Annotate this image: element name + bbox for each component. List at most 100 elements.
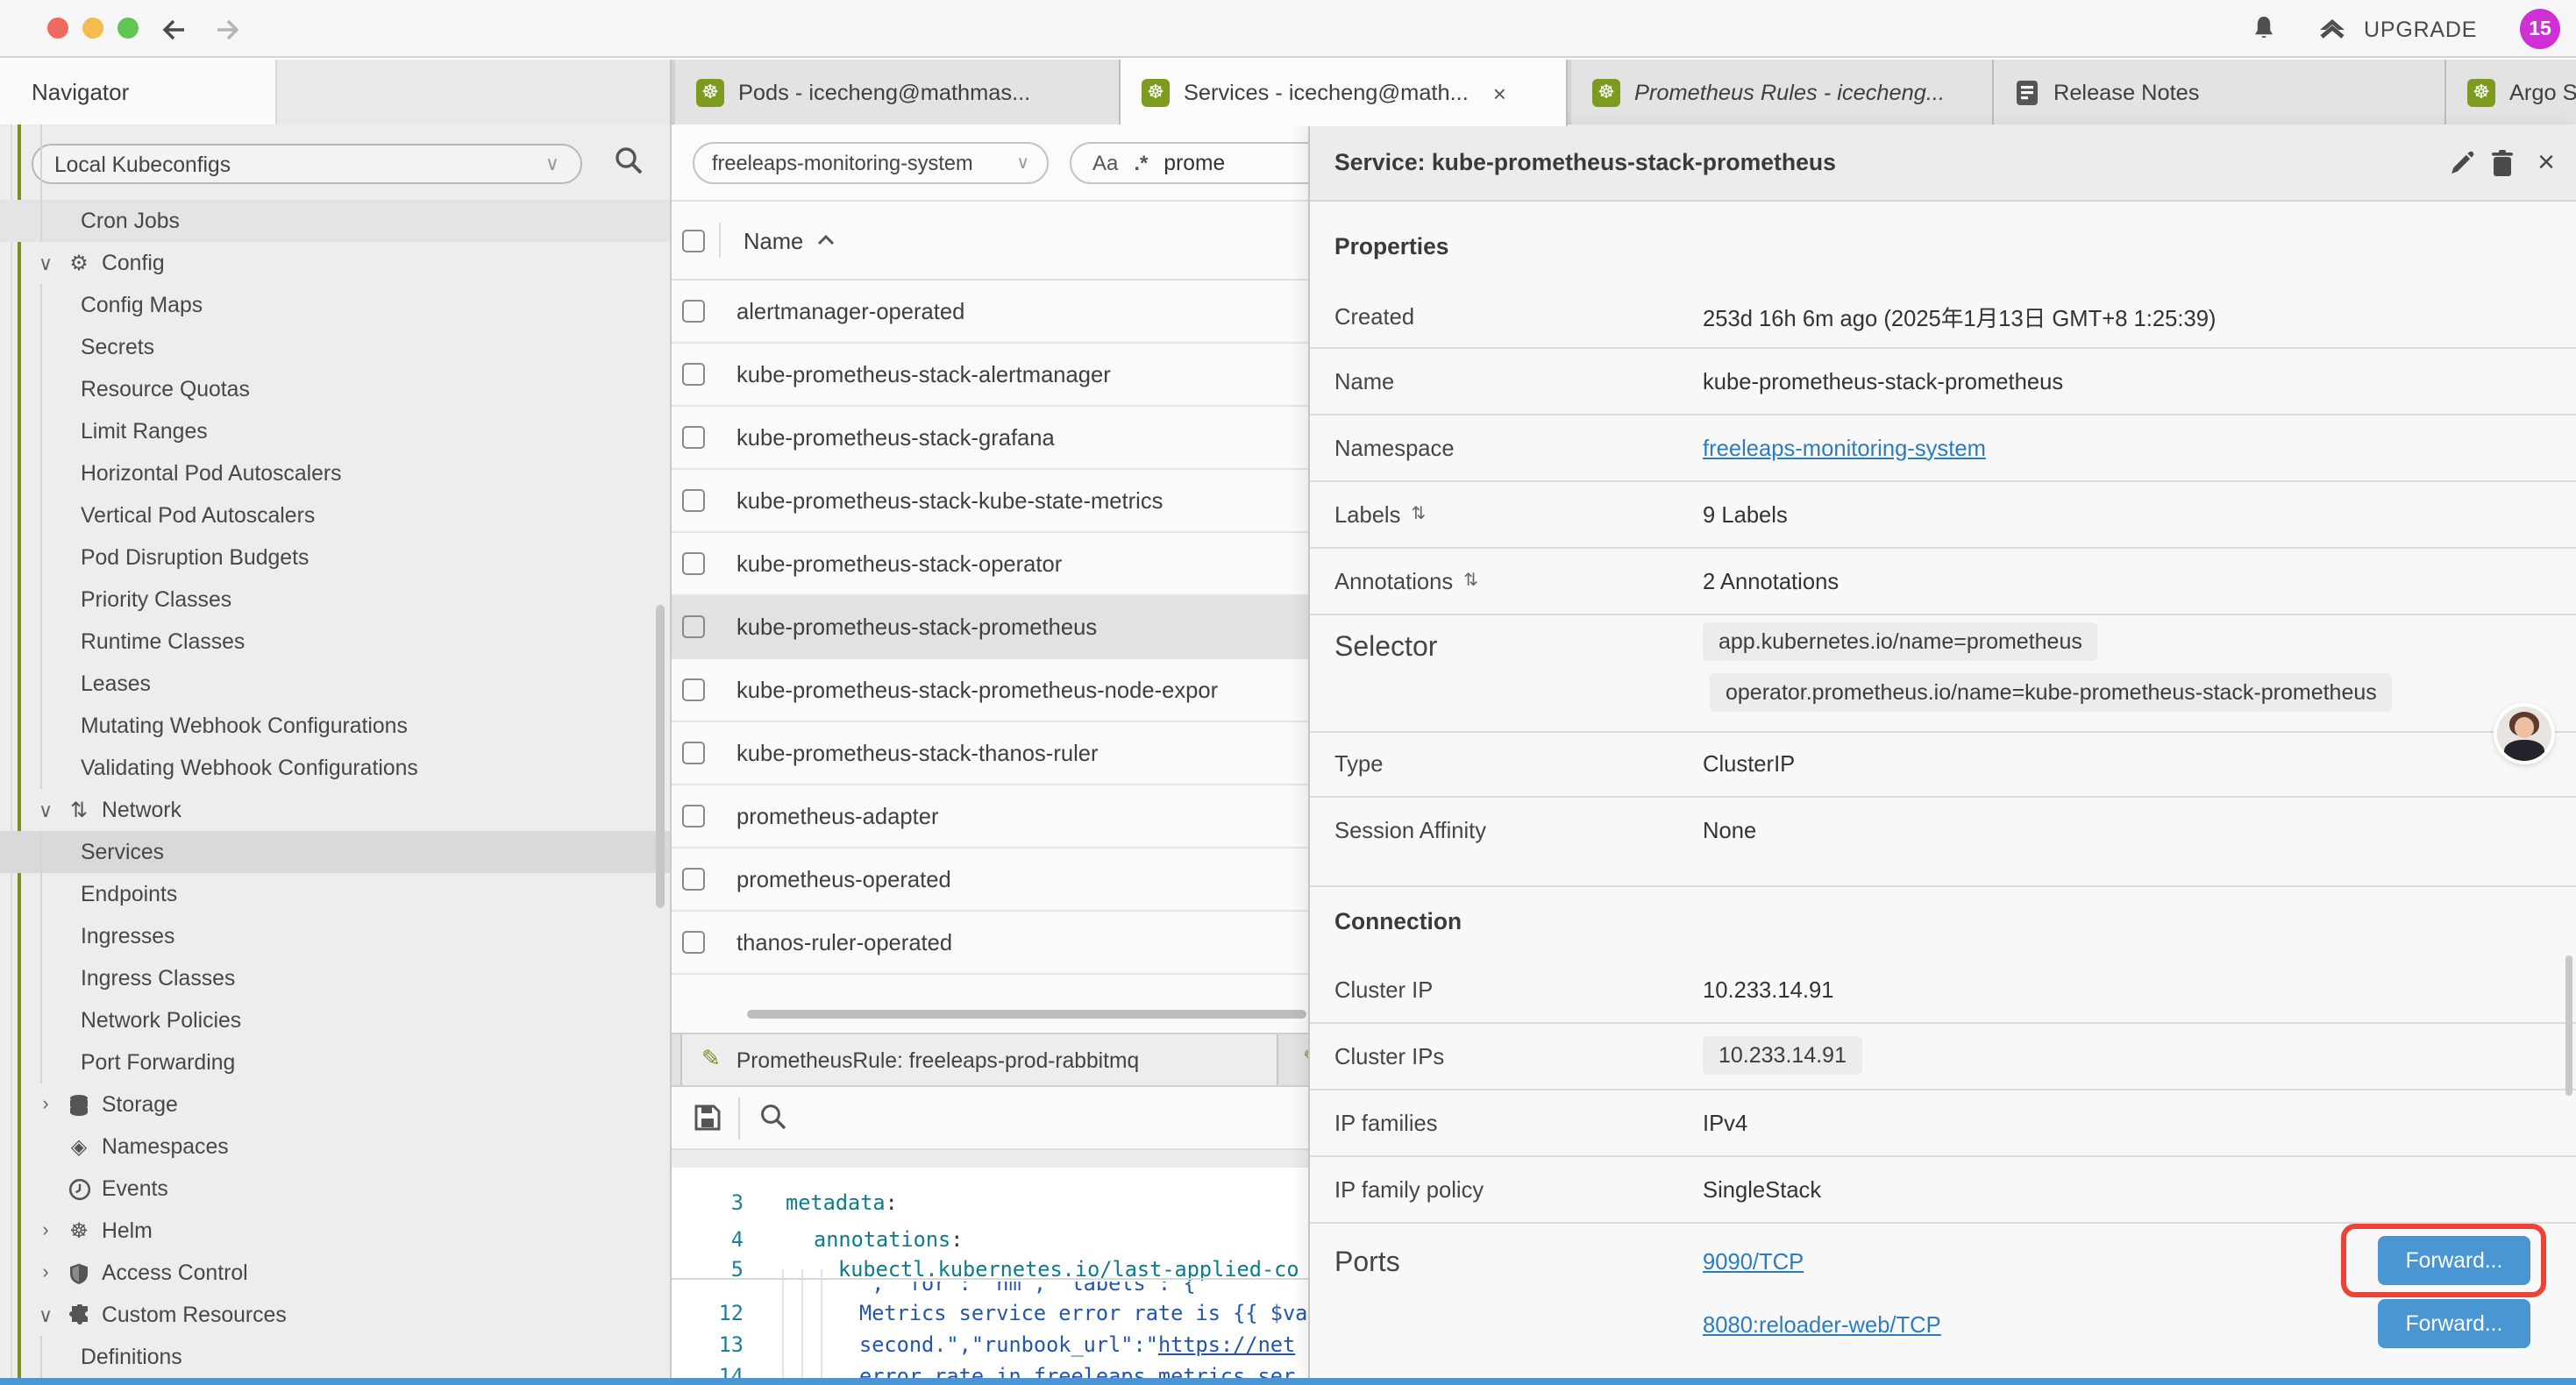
row-checkbox[interactable] <box>682 426 705 449</box>
port-link[interactable]: 9090/TCP <box>1703 1248 1804 1275</box>
tab-pods[interactable]: ☸ Pods - icecheng@mathmas... <box>675 60 1121 124</box>
notification-count-badge[interactable]: 15 <box>2520 9 2560 49</box>
sidebar-item-definitions[interactable]: Definitions <box>0 1336 670 1378</box>
sidebar-item-mutating-webhook-configurations[interactable]: Mutating Webhook Configurations <box>0 705 670 747</box>
sidebar-item-ingresses[interactable]: Ingresses <box>0 915 670 957</box>
sidebar-item-cron-jobs[interactable]: Cron Jobs <box>0 200 670 242</box>
tree-guide-line <box>40 284 42 789</box>
sidebar-item-vertical-pod-autoscalers[interactable]: Vertical Pod Autoscalers <box>0 494 670 536</box>
sidebar-item-network[interactable]: ∨ ⇅ Network <box>0 789 670 831</box>
sidebar-item-namespaces[interactable]: ◈ Namespaces <box>0 1126 670 1168</box>
sidebar-item-priority-classes[interactable]: Priority Classes <box>0 579 670 621</box>
type-row: Type ClusterIP <box>1310 729 2576 796</box>
row-checkbox[interactable] <box>682 363 705 386</box>
editor-search-icon[interactable] <box>759 1103 787 1131</box>
save-icon[interactable] <box>693 1103 722 1133</box>
sidebar-item-services[interactable]: Services <box>0 831 670 873</box>
sidebar-item-access-control[interactable]: › Access Control <box>0 1252 670 1294</box>
row-checkbox[interactable] <box>682 552 705 575</box>
sidebar-item-custom-resources[interactable]: ∨ Custom Resources <box>0 1294 670 1336</box>
dock-tab-prometheusrule[interactable]: ✎ PrometheusRule: freeleaps-prod-rabbitm… <box>680 1034 1278 1085</box>
table-row[interactable]: kube-prometheus-stack-alertmanager <box>672 344 1308 407</box>
sort-updown-icon[interactable]: ⇅ <box>1463 571 1478 590</box>
chevron-down-icon: ∨ <box>35 1303 56 1326</box>
sidebar-item-pod-disruption-budgets[interactable]: Pod Disruption Budgets <box>0 536 670 579</box>
edit-pencil-icon: ✎ <box>701 1047 721 1073</box>
sidebar-item-validating-webhook-configurations[interactable]: Validating Webhook Configurations <box>0 747 670 789</box>
table-row-selected[interactable]: kube-prometheus-stack-prometheus <box>672 596 1308 659</box>
table-row[interactable]: prometheus-operated <box>672 849 1308 912</box>
detail-scrollbar-thumb[interactable] <box>2565 955 2572 1096</box>
namespace-row: Namespace freeleaps-monitoring-system <box>1310 414 2576 480</box>
sidebar-item-storage[interactable]: › Storage <box>0 1083 670 1126</box>
table-row[interactable]: alertmanager-operated <box>672 281 1308 344</box>
namespace-filter-select[interactable]: freeleaps-monitoring-system ∨ <box>693 142 1049 184</box>
sidebar-item-secrets[interactable]: Secrets <box>0 326 670 368</box>
row-checkbox[interactable] <box>682 678 705 701</box>
sidebar-scrollbar-thumb[interactable] <box>656 605 665 908</box>
row-checkbox[interactable] <box>682 805 705 827</box>
row-checkbox[interactable] <box>682 300 705 323</box>
select-all-checkbox[interactable] <box>682 229 705 252</box>
navigator-tab[interactable]: Navigator <box>0 60 277 124</box>
match-case-toggle[interactable]: Aa <box>1092 151 1118 175</box>
table-row[interactable]: kube-prometheus-stack-prometheus-node-ex… <box>672 659 1308 722</box>
name-column-header[interactable]: Name <box>744 227 803 253</box>
edit-pencil-icon[interactable] <box>2444 147 2476 179</box>
tab-close-icon[interactable]: × <box>1493 80 1506 106</box>
row-checkbox[interactable] <box>682 742 705 764</box>
trash-icon[interactable] <box>2487 147 2518 179</box>
tab-argo[interactable]: ☸ Argo Se <box>2446 60 2576 124</box>
forward-button[interactable]: Forward... <box>2378 1299 2530 1348</box>
row-checkbox[interactable] <box>682 931 705 954</box>
upgrade-button[interactable]: UPGRADE <box>2315 14 2477 46</box>
sidebar-item-config-maps[interactable]: Config Maps <box>0 284 670 326</box>
sidebar-item-endpoints[interactable]: Endpoints <box>0 873 670 915</box>
created-row: Created 253d 16h 6m ago (2025年1月13日 GMT+… <box>1310 282 2576 349</box>
table-row[interactable]: thanos-ruler-operated <box>672 912 1308 975</box>
port-link[interactable]: 8080:reloader-web/TCP <box>1703 1311 1941 1338</box>
list-search-input[interactable]: Aa .* prome <box>1070 142 1308 184</box>
row-checkbox[interactable] <box>682 489 705 512</box>
table-row[interactable]: kube-prometheus-stack-operator <box>672 533 1308 596</box>
yaml-editor[interactable]: 3 metadata: 4 annotations: 5 kubectl.kub… <box>672 1168 1308 1378</box>
sidebar-item-resource-quotas[interactable]: Resource Quotas <box>0 368 670 410</box>
sidebar-item-port-forwarding[interactable]: Port Forwarding <box>0 1041 670 1083</box>
forward-arrow-icon[interactable] <box>212 14 244 46</box>
close-icon[interactable]: × <box>2530 147 2562 179</box>
kubeconfig-selector[interactable]: Local Kubeconfigs ∨ <box>32 144 582 184</box>
row-checkbox[interactable] <box>682 615 705 638</box>
horizontal-scrollbar-thumb[interactable] <box>747 1010 1306 1019</box>
sidebar-item-leases[interactable]: Leases <box>0 663 670 705</box>
minimize-traffic-light[interactable] <box>82 18 103 39</box>
back-arrow-icon[interactable] <box>158 14 189 46</box>
tab-release-notes[interactable]: Release Notes <box>1994 60 2446 124</box>
avatar[interactable] <box>2497 707 2551 761</box>
sort-ascending-icon[interactable] <box>817 233 835 247</box>
tab-prometheus-rules[interactable]: ☸ Prometheus Rules - icecheng... <box>1571 60 1994 124</box>
zoom-traffic-light[interactable] <box>117 18 139 39</box>
labels-row: Labels⇅ 9 Labels <box>1310 480 2576 547</box>
notifications-bell-icon[interactable] <box>2250 14 2278 44</box>
sidebar-item-network-policies[interactable]: Network Policies <box>0 999 670 1041</box>
tree-guide-line <box>40 1336 42 1378</box>
sidebar-item-config[interactable]: ∨ ⚙ Config <box>0 242 670 284</box>
sidebar-item-limit-ranges[interactable]: Limit Ranges <box>0 410 670 452</box>
namespace-link[interactable]: freeleaps-monitoring-system <box>1703 434 1986 460</box>
table-row[interactable]: kube-prometheus-stack-kube-state-metrics <box>672 470 1308 533</box>
table-row[interactable]: kube-prometheus-stack-grafana <box>672 407 1308 470</box>
table-row[interactable]: prometheus-adapter <box>672 785 1308 849</box>
table-row[interactable]: kube-prometheus-stack-thanos-ruler <box>672 722 1308 785</box>
dock-tab-partial[interactable]: ✎ <box>1289 1034 1308 1085</box>
sort-updown-icon[interactable]: ⇅ <box>1411 504 1426 523</box>
sidebar-item-horizontal-pod-autoscalers[interactable]: Horizontal Pod Autoscalers <box>0 452 670 494</box>
tab-services[interactable]: ☸ Services - icecheng@math... × <box>1121 60 1568 126</box>
sidebar-search-icon[interactable] <box>614 146 644 175</box>
close-traffic-light[interactable] <box>47 18 68 39</box>
sidebar-item-ingress-classes[interactable]: Ingress Classes <box>0 957 670 999</box>
row-checkbox[interactable] <box>682 868 705 891</box>
regex-toggle[interactable]: .* <box>1134 151 1148 175</box>
sidebar-item-runtime-classes[interactable]: Runtime Classes <box>0 621 670 663</box>
sidebar-item-events[interactable]: Events <box>0 1168 670 1210</box>
sidebar-item-helm[interactable]: › ☸ Helm <box>0 1210 670 1252</box>
